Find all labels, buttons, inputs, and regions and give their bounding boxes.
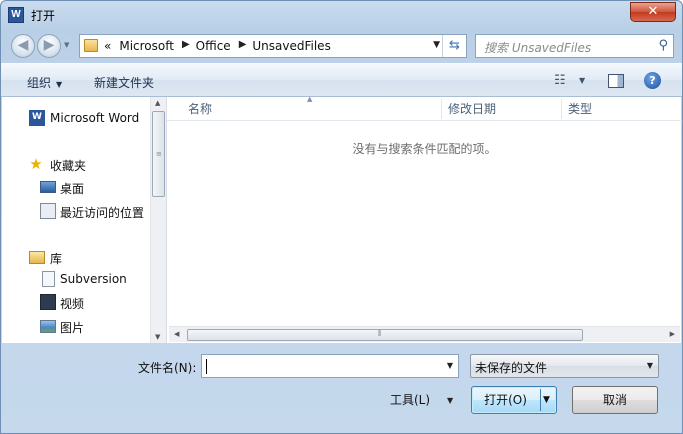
sidebar-item-recent-places[interactable]: 最近访问的位置 (2, 201, 150, 221)
search-input[interactable]: 搜索 UnsavedFiles ⚲ (475, 34, 674, 58)
sidebar-item-label: 视频 (60, 297, 85, 311)
breadcrumb-unsavedfiles[interactable]: UnsavedFiles (252, 39, 330, 53)
document-icon (42, 271, 55, 287)
recent-places-icon (40, 203, 56, 219)
sidebar-item-libraries[interactable]: 库 (2, 247, 150, 267)
sidebar-item-label: 最近访问的位置 (60, 206, 145, 220)
content-area: W Microsoft Word ★ 收藏夹 桌面 最近访问的位置 库 Subv… (2, 95, 682, 343)
scroll-down-icon[interactable]: ▼ (155, 333, 160, 341)
help-icon[interactable]: ? (644, 72, 661, 89)
view-dropdown-icon[interactable]: ▼ (579, 76, 585, 85)
breadcrumb-office[interactable]: Office (196, 39, 231, 53)
sidebar-item-label: Subversion (60, 272, 127, 286)
sidebar-item-label: 收藏夹 (50, 159, 87, 173)
library-icon (29, 251, 45, 264)
word-icon: W (29, 110, 45, 126)
sidebar-item-subversion[interactable]: Subversion (2, 269, 150, 289)
filename-input[interactable]: ▼ (201, 354, 459, 378)
open-button-label: 打开(O) (484, 393, 527, 407)
desktop-icon (40, 181, 56, 193)
scroll-right-icon[interactable]: ▶ (670, 330, 675, 338)
word-app-icon: W (8, 7, 24, 23)
video-icon (40, 294, 56, 310)
breadcrumb-separator-icon[interactable]: ▶ (239, 39, 247, 50)
preview-pane-icon[interactable] (608, 74, 624, 88)
forward-button[interactable]: ▶ (37, 34, 61, 58)
scroll-up-icon[interactable]: ▲ (155, 99, 160, 107)
grip-icon: ≡ (156, 150, 162, 158)
chevron-down-icon: ▼ (56, 80, 63, 89)
tools-dropdown-icon[interactable]: ▼ (447, 396, 453, 405)
cancel-button[interactable]: 取消 (572, 386, 658, 414)
search-placeholder: 搜索 UnsavedFiles (484, 41, 592, 55)
filename-dropdown-icon[interactable]: ▼ (447, 361, 453, 370)
filetype-value: 未保存的文件 (475, 361, 548, 375)
close-icon: ✕ (647, 4, 659, 19)
filename-label: 文件名(N): (138, 361, 197, 375)
sidebar-item-microsoft-word[interactable]: W Microsoft Word (2, 108, 150, 128)
sidebar-item-videos[interactable]: 视频 (2, 292, 150, 312)
file-list-horizontal-scrollbar[interactable]: ◀ ⦀ ▶ (169, 326, 680, 342)
picture-icon (40, 320, 56, 333)
command-toolbar: 组织 ▼ 新建文件夹 ☷ ▼ ? (1, 63, 682, 97)
view-options-icon[interactable]: ☷ (554, 73, 566, 88)
navigation-pane: W Microsoft Word ★ 收藏夹 桌面 最近访问的位置 库 Subv… (2, 97, 166, 343)
address-dropdown-icon[interactable]: ▼ (433, 40, 440, 50)
dialog-footer: 文件名(N): ▼ 未保存的文件 ▼ 工具(L) ▼ 打开(O) ▼ 取消 (1, 343, 682, 433)
new-folder-button[interactable]: 新建文件夹 (94, 74, 154, 91)
empty-results-message: 没有与搜索条件匹配的项。 (352, 142, 497, 156)
back-button[interactable]: ◀ (11, 34, 35, 58)
refresh-icon: ⇆ (449, 38, 460, 53)
organize-menu-button[interactable]: 组织 ▼ (27, 74, 62, 91)
organize-label: 组织 (27, 76, 52, 90)
recent-locations-dropdown-icon[interactable]: ▼ (64, 41, 69, 49)
filetype-select[interactable]: 未保存的文件 ▼ (470, 354, 659, 378)
tools-button[interactable]: 工具(L) (390, 391, 430, 411)
sidebar-item-label: Microsoft Word (50, 111, 140, 125)
navigation-scrollbar[interactable]: ▲ ≡ ▼ (150, 97, 166, 343)
breadcrumb-separator-icon[interactable]: ▶ (182, 39, 190, 50)
scroll-thumb[interactable]: ⦀ (187, 329, 583, 341)
sidebar-item-label: 桌面 (60, 182, 85, 196)
column-header-date-modified[interactable]: 修改日期 (442, 97, 560, 121)
scroll-thumb[interactable]: ≡ (152, 111, 165, 197)
window-title: 打开 (31, 9, 56, 23)
file-list-pane: ▲ 名称 修改日期 类型 没有与搜索条件匹配的项。 ◀ ⦀ ▶ (166, 95, 682, 343)
breadcrumb-overflow[interactable]: « (104, 39, 111, 53)
close-button[interactable]: ✕ (630, 2, 676, 22)
folder-icon (84, 39, 98, 52)
search-icon[interactable]: ⚲ (658, 38, 668, 53)
open-button[interactable]: 打开(O) ▼ (471, 386, 557, 414)
column-header-name[interactable]: 名称 (182, 97, 440, 121)
open-options-dropdown-icon[interactable]: ▼ (543, 387, 550, 413)
sidebar-item-favorites[interactable]: ★ 收藏夹 (2, 154, 150, 174)
open-file-dialog: W 打开 ✕ ◀ ▶ ▼ « ▶ Microsoft ▶ Office ▶ Un… (0, 0, 683, 434)
star-icon: ★ (29, 155, 43, 173)
scroll-left-icon[interactable]: ◀ (174, 330, 179, 338)
grip-icon: ⦀ (378, 329, 382, 338)
column-header-type[interactable]: 类型 (562, 97, 672, 121)
navigation-bar: ◀ ▶ ▼ « ▶ Microsoft ▶ Office ▶ UnsavedFi… (1, 29, 682, 63)
column-header-row: ▲ 名称 修改日期 类型 (167, 95, 682, 121)
sidebar-item-label: 库 (50, 252, 63, 266)
sidebar-item-desktop[interactable]: 桌面 (2, 177, 150, 197)
forward-arrow-icon: ▶ (43, 37, 55, 53)
breadcrumb-microsoft[interactable]: Microsoft (119, 39, 174, 53)
back-arrow-icon: ◀ (17, 37, 29, 53)
title-bar: W 打开 ✕ (1, 1, 682, 29)
split-divider (540, 389, 541, 411)
refresh-button[interactable]: ⇆ (442, 35, 466, 57)
address-bar[interactable]: « ▶ Microsoft ▶ Office ▶ UnsavedFiles ▼ … (79, 34, 467, 58)
text-cursor (206, 359, 207, 374)
chevron-down-icon: ▼ (646, 361, 653, 370)
sidebar-item-label: 图片 (60, 321, 85, 335)
sidebar-item-pictures[interactable]: 图片 (2, 316, 150, 336)
